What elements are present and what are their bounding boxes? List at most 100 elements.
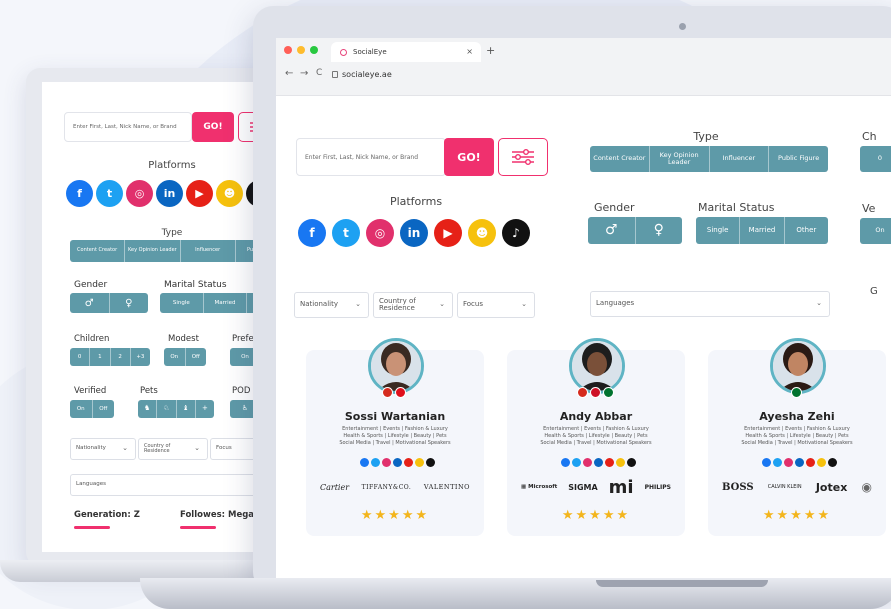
- linkedin-icon[interactable]: [594, 458, 603, 467]
- address-bar[interactable]: socialeye.ae: [342, 70, 392, 79]
- type-option[interactable]: Key Opinion Leader: [125, 240, 181, 262]
- window-close-dot[interactable]: [284, 46, 292, 54]
- verified-option[interactable]: Off: [93, 400, 115, 418]
- nationality-label: Nationality: [300, 300, 339, 309]
- close-tab-icon[interactable]: ×: [466, 47, 473, 56]
- linkedin-icon[interactable]: in: [400, 219, 428, 247]
- type-option[interactable]: Influencer: [181, 240, 236, 262]
- generation-bar[interactable]: [74, 526, 110, 529]
- influencer-name[interactable]: Andy Abbar: [507, 410, 685, 423]
- children-option[interactable]: 2: [111, 348, 131, 366]
- youtube-icon[interactable]: [806, 458, 815, 467]
- influencer-name[interactable]: Sossi Wartanian: [306, 410, 484, 423]
- search-input[interactable]: Enter First, Last, Nick Name, or Brand: [296, 138, 446, 176]
- tiktok-icon[interactable]: ♪: [502, 219, 530, 247]
- snapchat-icon[interactable]: [817, 458, 826, 467]
- country-dropdown[interactable]: Country of Residence ⌄: [373, 292, 453, 318]
- facebook-icon[interactable]: [360, 458, 369, 467]
- filter-button[interactable]: [498, 138, 548, 176]
- back-arrow-icon[interactable]: ←: [285, 68, 293, 79]
- children-zero[interactable]: 0: [860, 146, 891, 172]
- youtube-icon[interactable]: ▶: [186, 180, 213, 207]
- pets-add-button[interactable]: +: [196, 400, 214, 418]
- dog-icon[interactable]: ♞: [138, 400, 158, 418]
- type-option[interactable]: Content Creator: [590, 146, 650, 172]
- snapchat-icon[interactable]: [616, 458, 625, 467]
- browser-tab[interactable]: SocialEye ×: [331, 42, 481, 62]
- brand-logo: ◉: [861, 480, 872, 494]
- verified-option[interactable]: On: [70, 400, 93, 418]
- snapchat-icon[interactable]: [415, 458, 424, 467]
- languages-dropdown[interactable]: Languages ⌄: [590, 291, 830, 317]
- back-nationality-dropdown[interactable]: Nationality ⌄: [70, 438, 136, 460]
- male-icon[interactable]: ♂: [588, 217, 636, 244]
- facebook-icon[interactable]: f: [298, 219, 326, 247]
- go-button[interactable]: GO!: [444, 138, 494, 176]
- follows-bar[interactable]: [180, 526, 216, 529]
- instagram-icon[interactable]: ◎: [126, 180, 153, 207]
- linkedin-icon[interactable]: in: [156, 180, 183, 207]
- marital-option[interactable]: Single: [696, 217, 741, 244]
- verified-on[interactable]: On: [860, 218, 891, 244]
- type-option[interactable]: Public Figure: [769, 146, 828, 172]
- tiktok-icon[interactable]: [828, 458, 837, 467]
- type-option[interactable]: Influencer: [710, 146, 770, 172]
- nationality-dropdown[interactable]: Nationality ⌄: [294, 292, 369, 318]
- influencer-name[interactable]: Ayesha Zehi: [708, 410, 886, 423]
- twitter-icon[interactable]: [371, 458, 380, 467]
- avatar[interactable]: [368, 338, 424, 394]
- tiktok-icon[interactable]: [627, 458, 636, 467]
- children-option[interactable]: 1: [90, 348, 111, 366]
- marital-option[interactable]: Married: [740, 217, 785, 244]
- instagram-icon[interactable]: [784, 458, 793, 467]
- back-search-input[interactable]: Enter First, Last, Nick Name, or Brand: [64, 112, 192, 142]
- back-go-button[interactable]: GO!: [192, 112, 234, 142]
- instagram-icon[interactable]: [583, 458, 592, 467]
- twitter-icon[interactable]: [773, 458, 782, 467]
- type-option[interactable]: Content Creator: [70, 240, 126, 262]
- flag-icon: [395, 387, 406, 398]
- modest-option[interactable]: Off: [186, 348, 207, 366]
- youtube-icon[interactable]: [404, 458, 413, 467]
- facebook-icon[interactable]: [561, 458, 570, 467]
- type-option[interactable]: Key Opinion Leader: [650, 146, 710, 172]
- avatar[interactable]: [770, 338, 826, 394]
- snapchat-icon[interactable]: ☻: [468, 219, 496, 247]
- brand-logo: VALENTINO: [423, 483, 470, 491]
- twitter-icon[interactable]: [572, 458, 581, 467]
- chevron-down-icon: ⌄: [439, 300, 445, 309]
- back-gender-title: Gender: [74, 280, 108, 290]
- marital-option[interactable]: Other: [785, 217, 828, 244]
- forward-arrow-icon[interactable]: →: [300, 68, 308, 79]
- female-icon[interactable]: ♀: [110, 293, 149, 313]
- back-country-dropdown[interactable]: Country of Residence ⌄: [138, 438, 208, 460]
- facebook-icon[interactable]: [762, 458, 771, 467]
- focus-dropdown[interactable]: Focus ⌄: [457, 292, 535, 318]
- snapchat-icon[interactable]: ☻: [216, 180, 243, 207]
- window-minimize-dot[interactable]: [297, 46, 305, 54]
- instagram-icon[interactable]: [382, 458, 391, 467]
- bird-icon[interactable]: ♝: [177, 400, 196, 418]
- children-option[interactable]: 0: [70, 348, 91, 366]
- reload-icon[interactable]: C: [316, 68, 322, 78]
- avatar[interactable]: [569, 338, 625, 394]
- marital-option[interactable]: Married: [204, 293, 248, 313]
- cat-icon[interactable]: ♘: [157, 400, 177, 418]
- twitter-icon[interactable]: t: [96, 180, 123, 207]
- children-option[interactable]: +3: [131, 348, 150, 366]
- linkedin-icon[interactable]: [393, 458, 402, 467]
- youtube-icon[interactable]: [605, 458, 614, 467]
- brand-logos: Cartier TIFFANY&CO. VALENTINO: [320, 476, 470, 498]
- linkedin-icon[interactable]: [795, 458, 804, 467]
- youtube-icon[interactable]: ▶: [434, 219, 462, 247]
- new-tab-icon[interactable]: +: [486, 44, 495, 57]
- male-icon[interactable]: ♂: [70, 293, 110, 313]
- female-icon[interactable]: ♀: [636, 217, 683, 244]
- tiktok-icon[interactable]: [426, 458, 435, 467]
- instagram-icon[interactable]: ◎: [366, 219, 394, 247]
- window-maximize-dot[interactable]: [310, 46, 318, 54]
- marital-option[interactable]: Single: [160, 293, 204, 313]
- modest-option[interactable]: On: [164, 348, 186, 366]
- twitter-icon[interactable]: t: [332, 219, 360, 247]
- facebook-icon[interactable]: f: [66, 180, 93, 207]
